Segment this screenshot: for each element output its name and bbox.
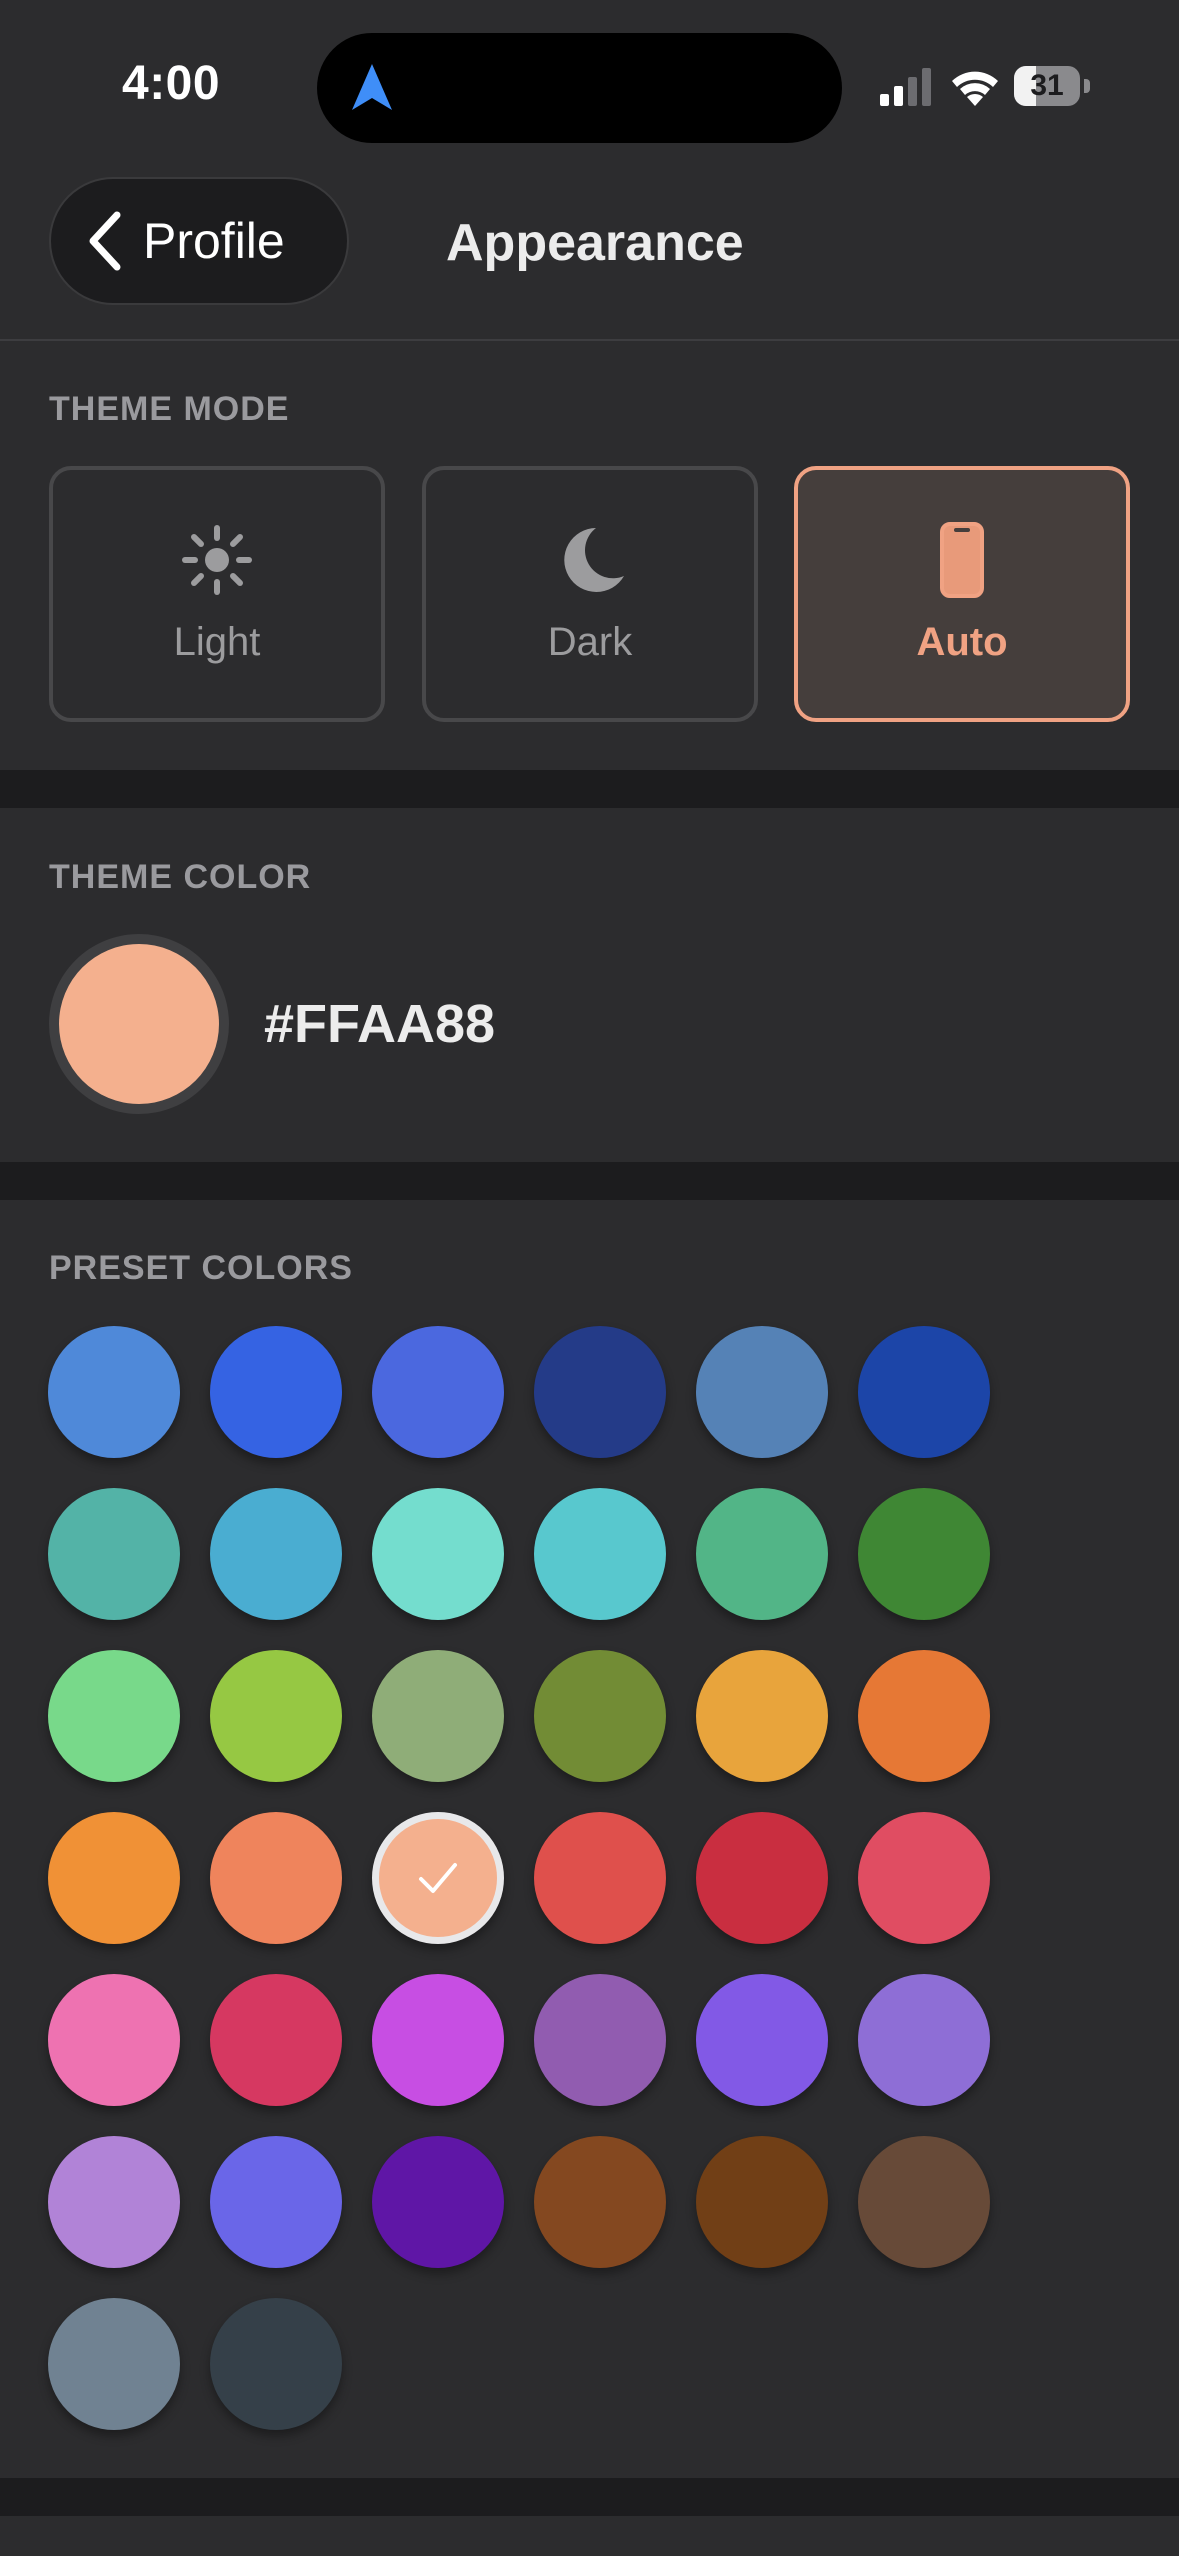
preset-color-swatch[interactable]: [534, 2136, 666, 2268]
page-title: Appearance: [446, 214, 744, 272]
status-time: 4:00: [122, 57, 221, 110]
phone-icon: [940, 522, 984, 598]
theme-color-hex: #FFAA88: [264, 994, 496, 1054]
preset-color-swatch[interactable]: [534, 1650, 666, 1782]
theme-mode-label: THEME MODE: [49, 390, 290, 428]
preset-color-swatch[interactable]: [696, 1326, 828, 1458]
back-button[interactable]: Profile: [49, 177, 349, 305]
preset-color-swatch[interactable]: [210, 1974, 342, 2106]
preset-color-swatch[interactable]: [534, 1488, 666, 1620]
preset-color-swatch[interactable]: [534, 1812, 666, 1944]
back-button-label: Profile: [143, 213, 285, 269]
preset-color-swatch[interactable]: [210, 2298, 342, 2430]
theme-color-swatch-fill: [59, 944, 219, 1104]
section-separator: [0, 770, 1179, 808]
preset-color-swatch[interactable]: [858, 2136, 990, 2268]
theme-color-label: THEME COLOR: [49, 858, 312, 896]
preset-color-swatch[interactable]: [696, 2136, 828, 2268]
theme-color-swatch[interactable]: [49, 934, 229, 1114]
preset-color-swatch[interactable]: [48, 1812, 180, 1944]
preset-color-swatch[interactable]: [48, 1488, 180, 1620]
section-separator: [0, 1162, 1179, 1200]
theme-mode-auto[interactable]: Auto: [794, 466, 1130, 722]
preset-color-swatch[interactable]: [858, 1974, 990, 2106]
preset-color-swatch[interactable]: [696, 1650, 828, 1782]
theme-mode-auto-label: Auto: [916, 620, 1008, 664]
preset-color-swatch[interactable]: [858, 1326, 990, 1458]
preset-color-swatch[interactable]: [48, 2136, 180, 2268]
sun-icon: [182, 525, 252, 595]
chevron-left-icon: [89, 211, 121, 271]
theme-mode-dark[interactable]: Dark: [422, 466, 758, 722]
preset-color-swatch[interactable]: [210, 2136, 342, 2268]
preset-color-swatch[interactable]: [48, 1650, 180, 1782]
dynamic-island: [317, 33, 842, 143]
preset-color-swatch[interactable]: [48, 2298, 180, 2430]
preset-color-swatch[interactable]: [534, 1326, 666, 1458]
preset-colors-label: PRESET COLORS: [49, 1249, 353, 1287]
preset-color-swatch[interactable]: [696, 1812, 828, 1944]
preset-color-swatch[interactable]: [372, 1974, 504, 2106]
location-arrow-icon: [352, 64, 392, 110]
theme-mode-dark-label: Dark: [547, 620, 633, 664]
preset-color-swatch[interactable]: [696, 1488, 828, 1620]
nav-divider: [0, 339, 1179, 341]
preset-color-swatch[interactable]: [534, 1974, 666, 2106]
theme-mode-light-label: Light: [173, 620, 261, 664]
preset-color-swatch[interactable]: [48, 1974, 180, 2106]
battery-icon: 31: [1014, 66, 1094, 106]
preset-color-swatch[interactable]: [372, 1488, 504, 1620]
moon-icon: [564, 528, 624, 592]
preset-color-swatch[interactable]: [372, 1650, 504, 1782]
section-separator: [0, 2478, 1179, 2516]
preset-color-swatch[interactable]: [858, 1488, 990, 1620]
preset-color-swatch[interactable]: [210, 1812, 342, 1944]
theme-mode-light[interactable]: Light: [49, 466, 385, 722]
wifi-icon: [952, 71, 998, 106]
signal-icon: [880, 68, 931, 106]
preset-color-swatch[interactable]: [696, 1974, 828, 2106]
preset-color-swatch-selected[interactable]: [372, 1812, 504, 1944]
preset-color-swatch[interactable]: [210, 1326, 342, 1458]
preset-color-swatch[interactable]: [210, 1650, 342, 1782]
preset-color-swatch[interactable]: [858, 1650, 990, 1782]
preset-color-swatch[interactable]: [372, 1326, 504, 1458]
battery-level: 31: [1030, 69, 1064, 102]
checkmark-icon: [419, 1863, 457, 1893]
preset-color-swatch[interactable]: [858, 1812, 990, 1944]
preset-color-swatch[interactable]: [48, 1326, 180, 1458]
preset-color-swatch[interactable]: [210, 1488, 342, 1620]
preset-color-swatch[interactable]: [372, 2136, 504, 2268]
